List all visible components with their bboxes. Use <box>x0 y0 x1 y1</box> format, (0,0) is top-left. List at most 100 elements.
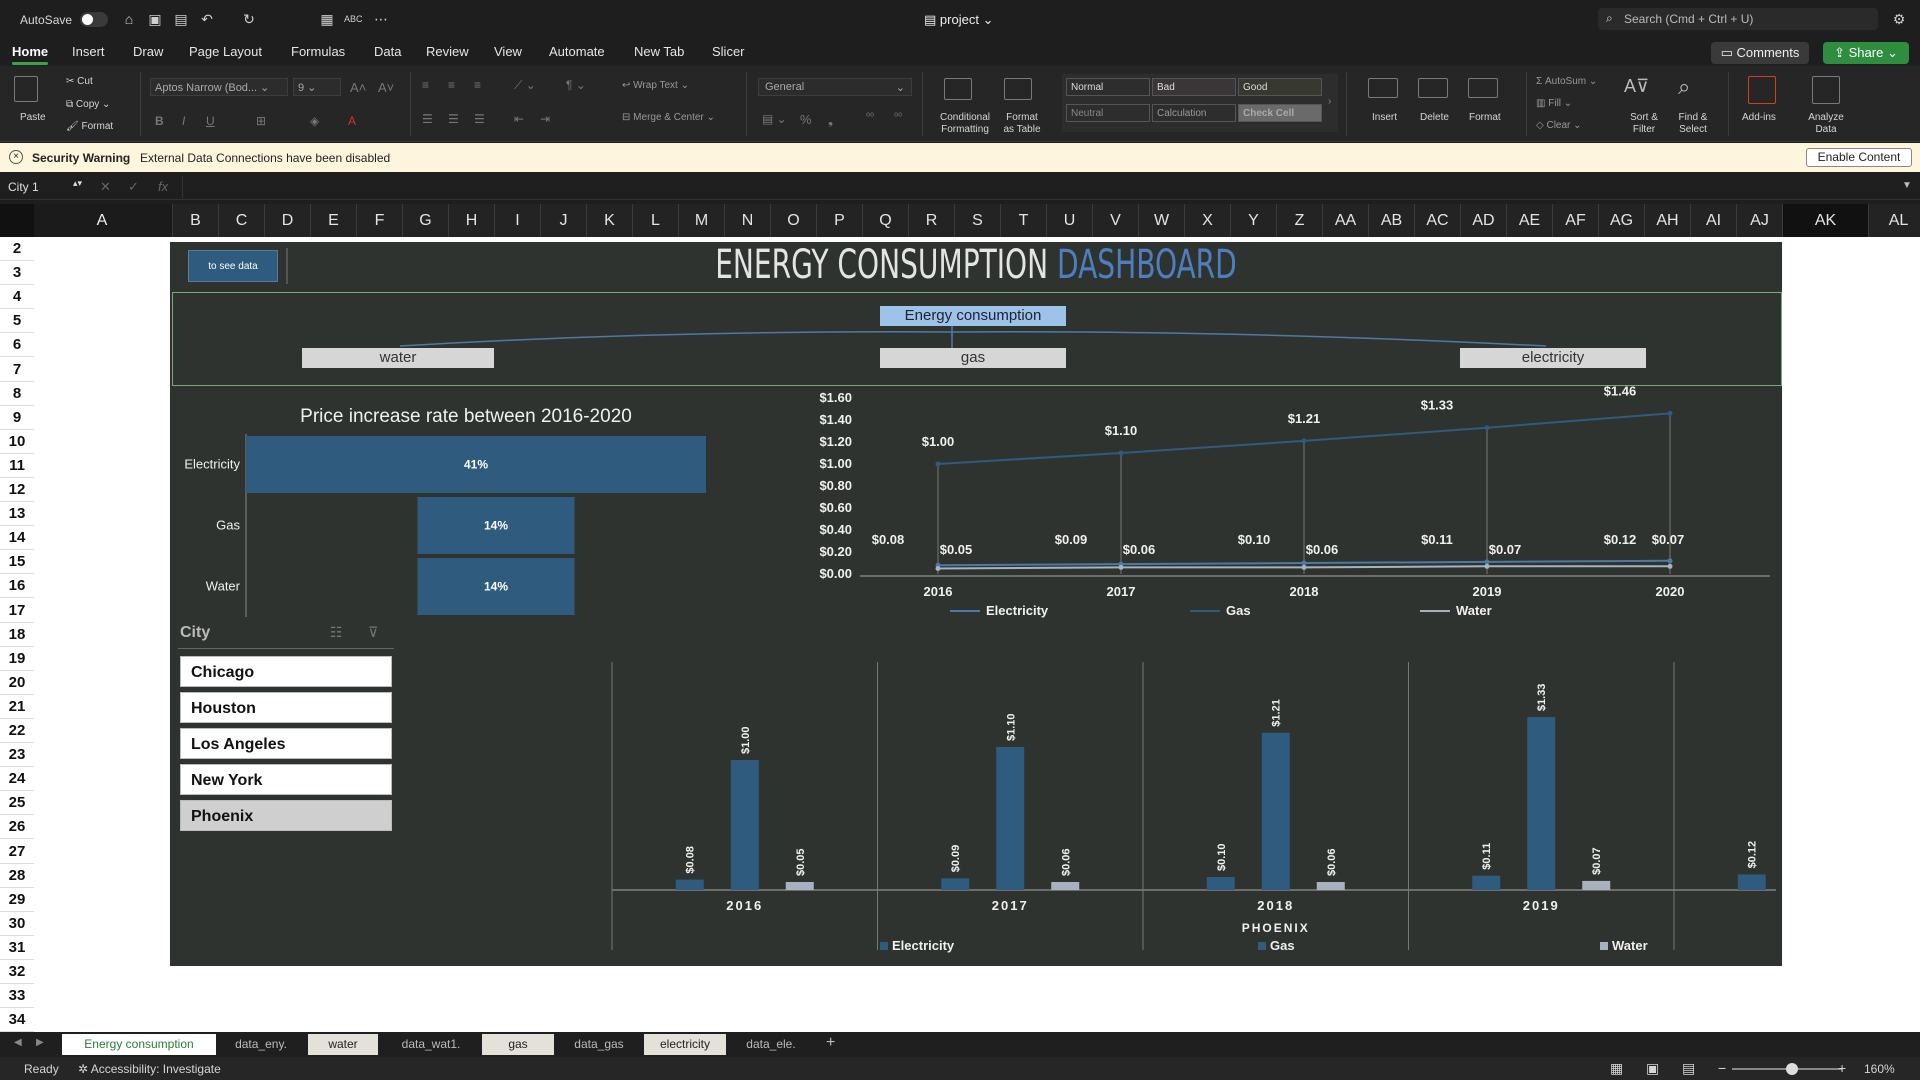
accessibility-button[interactable]: ✲ Accessibility: Investigate <box>78 1062 221 1076</box>
row-header[interactable]: 16 <box>0 574 34 599</box>
enable-content-button[interactable]: Enable Content <box>1806 148 1912 167</box>
row-header[interactable]: 34 <box>0 1008 34 1033</box>
column-header[interactable]: J <box>540 204 586 237</box>
sheet-tab-gas[interactable]: gas <box>482 1034 554 1055</box>
row-header[interactable]: 18 <box>0 623 34 647</box>
analyze-data-button[interactable]: Analyze Data <box>1802 112 1850 136</box>
row-header[interactable]: 8 <box>0 382 34 406</box>
row-header[interactable]: 25 <box>0 791 34 816</box>
column-header[interactable]: P <box>816 204 862 237</box>
normal-view-icon[interactable]: ▦ <box>1610 1060 1623 1077</box>
row-header[interactable]: 2 <box>0 237 34 262</box>
chevron-right-icon[interactable]: › <box>1328 96 1331 107</box>
row-header[interactable]: 12 <box>0 478 34 503</box>
autosum-button[interactable]: Σ AutoSum ⌄ <box>1536 76 1597 87</box>
prev-sheet-icon[interactable]: ◀ <box>14 1037 22 1048</box>
column-header[interactable]: B <box>172 204 218 237</box>
align-right-icon[interactable]: ☰ <box>474 112 485 126</box>
sheet-tab-data-eny[interactable]: data_eny. <box>220 1034 302 1055</box>
column-header[interactable]: G <box>402 204 448 237</box>
column-header[interactable]: I <box>494 204 540 237</box>
align-bottom-icon[interactable]: ≡ <box>474 78 481 92</box>
add-sheet-icon[interactable]: + <box>826 1034 835 1052</box>
sheet-tab-data-wat[interactable]: data_wat1. <box>384 1034 478 1055</box>
function-icon[interactable]: fx <box>158 179 168 194</box>
search-box[interactable]: ⌕ Search (Cmd + Ctrl + U) <box>1598 8 1878 30</box>
row-header[interactable]: 17 <box>0 599 34 623</box>
format-cells-icon[interactable] <box>1468 78 1498 98</box>
zoom-out-icon[interactable]: − <box>1718 1060 1726 1076</box>
formula-input[interactable] <box>182 176 1898 198</box>
font-family-select[interactable]: Aptos Narrow (Bod... ⌄ <box>150 78 288 96</box>
addins-icon[interactable] <box>1748 76 1776 104</box>
bold-icon[interactable]: B <box>155 114 164 128</box>
row-header[interactable]: 33 <box>0 984 34 1009</box>
column-header[interactable]: AH <box>1644 204 1690 237</box>
style-normal[interactable]: Normal <box>1066 78 1150 96</box>
nav-gas[interactable]: gas <box>880 348 1066 368</box>
tab-home[interactable]: Home <box>12 44 49 65</box>
sheet-tab-data-gas[interactable]: data_gas <box>558 1034 640 1055</box>
cut-button[interactable]: ✂ Cut <box>66 76 93 87</box>
nav-water[interactable]: water <box>302 348 494 368</box>
find-icon[interactable]: ⌕ <box>1678 74 1690 100</box>
undo-icon[interactable]: ↶ <box>198 10 216 28</box>
tab-new-tab[interactable]: New Tab <box>634 44 684 59</box>
comma-icon[interactable]: ❟ <box>828 112 833 128</box>
autosave-toggle[interactable] <box>80 12 108 27</box>
document-title[interactable]: ▤ project ⌄ <box>924 12 993 28</box>
orientation-icon[interactable]: ⟋ ⌄ <box>514 78 536 93</box>
clear-button[interactable]: ◇ Clear ⌄ <box>1536 120 1582 131</box>
sort-filter-button[interactable]: Sort & Filter <box>1620 112 1668 136</box>
number-format-select[interactable]: General ⌄ <box>758 78 912 96</box>
insert-cells-icon[interactable] <box>1368 78 1398 98</box>
row-header[interactable]: 13 <box>0 502 34 527</box>
slicer-item-phoenix[interactable]: Phoenix <box>180 800 392 831</box>
merge-button[interactable]: ⊟ Merge & Center ⌄ <box>622 112 715 123</box>
currency-icon[interactable]: ▤ ⌄ <box>762 112 787 126</box>
column-header[interactable]: AB <box>1368 204 1414 237</box>
comments-button[interactable]: ▭ Comments <box>1711 42 1809 64</box>
column-header[interactable]: C <box>218 204 264 237</box>
row-header[interactable]: 24 <box>0 767 34 792</box>
row-header[interactable]: 26 <box>0 815 34 840</box>
conditional-formatting-icon[interactable] <box>944 78 972 100</box>
borders-icon[interactable]: ⊞ <box>256 114 266 128</box>
share-button[interactable]: ⇪ Share ⌄ <box>1823 42 1909 64</box>
paste-label[interactable]: Paste <box>20 112 46 123</box>
row-header[interactable]: 28 <box>0 864 34 888</box>
style-check-cell[interactable]: Check Cell <box>1238 104 1322 122</box>
find-select-button[interactable]: Find & Select <box>1670 112 1716 136</box>
font-color-icon[interactable]: A <box>348 114 356 128</box>
sheet-tab-energy-consumption[interactable]: Energy consumption <box>62 1034 216 1055</box>
row-header[interactable]: 31 <box>0 936 34 960</box>
column-header[interactable]: Q <box>862 204 908 237</box>
tab-slicer[interactable]: Slicer <box>712 44 745 59</box>
column-header[interactable]: O <box>770 204 816 237</box>
column-header[interactable]: H <box>448 204 494 237</box>
row-header[interactable]: 32 <box>0 960 34 985</box>
row-header[interactable]: 6 <box>0 333 34 358</box>
column-header[interactable]: AL <box>1868 204 1920 237</box>
format-as-table-icon[interactable] <box>1004 78 1032 100</box>
settings-icon[interactable]: ⚙ <box>1890 10 1908 28</box>
page-layout-view-icon[interactable]: ▣ <box>1646 1060 1659 1077</box>
row-header[interactable]: 14 <box>0 526 34 551</box>
delete-button[interactable]: Delete <box>1420 112 1449 124</box>
row-header[interactable]: 22 <box>0 719 34 744</box>
row-header[interactable]: 3 <box>0 261 34 286</box>
column-header[interactable]: S <box>954 204 1000 237</box>
underline-icon[interactable]: U <box>206 114 215 128</box>
row-header[interactable]: 21 <box>0 695 34 719</box>
format-button[interactable]: Format <box>1469 112 1501 124</box>
clear-filter-icon[interactable]: ⊽ <box>368 624 378 641</box>
column-header[interactable]: M <box>678 204 724 237</box>
row-header[interactable]: 9 <box>0 406 34 430</box>
style-neutral[interactable]: Neutral <box>1066 104 1150 122</box>
cancel-icon[interactable]: ✕ <box>100 179 111 195</box>
analyze-data-icon[interactable] <box>1812 76 1840 104</box>
column-header[interactable]: AD <box>1460 204 1506 237</box>
column-header[interactable]: AI <box>1690 204 1736 237</box>
column-header[interactable]: W <box>1138 204 1184 237</box>
save-as-icon[interactable]: ▤ <box>172 10 190 28</box>
